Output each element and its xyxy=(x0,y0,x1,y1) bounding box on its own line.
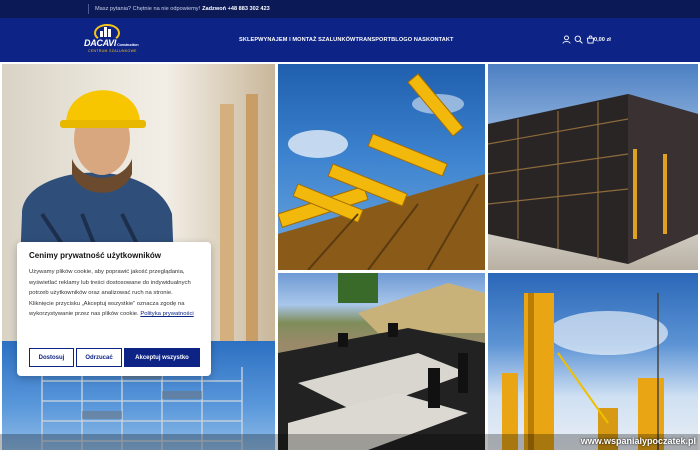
user-icon[interactable] xyxy=(562,35,571,44)
nav-item-blog[interactable]: BLOG xyxy=(391,37,408,43)
photo-wall-formwork xyxy=(488,64,698,270)
photo-column-formwork xyxy=(488,273,698,450)
nav-item-wynajem[interactable]: WYNAJEM I MONTAŻ SZALUNKÓW xyxy=(258,37,355,43)
columns-illustration xyxy=(502,293,668,450)
site-header: DACAVIConstruction CENTRUM SZALUNKOWE SK… xyxy=(0,18,700,62)
announcement-bar: Masz pytania? Chętnie na nie odpowiemy! … xyxy=(0,0,700,18)
photo-foundation-formwork xyxy=(278,273,485,450)
cookie-title: Cenimy prywatność użytkowników xyxy=(29,251,162,260)
announcement-message: Masz pytania? Chętnie na nie odpowiemy! xyxy=(95,6,201,12)
watermark-text: www.wspanialypoczatek.pl xyxy=(580,436,696,446)
nav-item-sklep[interactable]: SKLEP xyxy=(239,37,258,43)
wall-formwork-illustration xyxy=(488,94,698,264)
nav-item-kontakt[interactable]: KONTAKT xyxy=(426,37,454,43)
nav-item-o-nas[interactable]: O NAS xyxy=(408,37,426,43)
cookie-buttons: Dostosuj Odrzucać Akceptuj wszystko xyxy=(29,348,200,367)
header-actions xyxy=(562,35,595,44)
cart-total[interactable]: 0,00 zł xyxy=(594,37,611,43)
page-root: Masz pytania? Chętnie na nie odpowiemy! … xyxy=(0,0,700,450)
foundation-illustration xyxy=(278,273,485,450)
cookie-consent-dialog: Cenimy prywatność użytkowników Używamy p… xyxy=(17,242,211,376)
watermark-bar: www.wspanialypoczatek.pl xyxy=(0,434,700,450)
photo-roof-formwork xyxy=(278,64,485,270)
formwork-illustration xyxy=(278,73,485,270)
main-navigation: SKLEP WYNAJEM I MONTAŻ SZALUNKÓW TRANSPO… xyxy=(239,18,454,62)
nav-item-transport[interactable]: TRANSPORT xyxy=(355,37,391,43)
site-logo[interactable]: DACAVIConstruction CENTRUM SZALUNKOWE xyxy=(84,24,144,56)
privacy-policy-link[interactable]: Polityka prywatności xyxy=(140,311,193,317)
logo-buildings-icon xyxy=(100,27,114,37)
cookie-body: Używamy plików cookie, aby poprawić jako… xyxy=(29,269,194,318)
logo-tagline: CENTRUM SZALUNKOWE xyxy=(88,49,137,53)
customize-button[interactable]: Dostosuj xyxy=(29,348,74,367)
accept-all-button[interactable]: Akceptuj wszystko xyxy=(124,348,200,367)
divider xyxy=(88,4,89,14)
phone-link[interactable]: Zadzwoń +48 883 302 423 xyxy=(202,6,270,12)
search-icon[interactable] xyxy=(574,35,583,44)
logo-name: DACAVIConstruction xyxy=(84,38,139,48)
reject-button[interactable]: Odrzucać xyxy=(76,348,122,367)
